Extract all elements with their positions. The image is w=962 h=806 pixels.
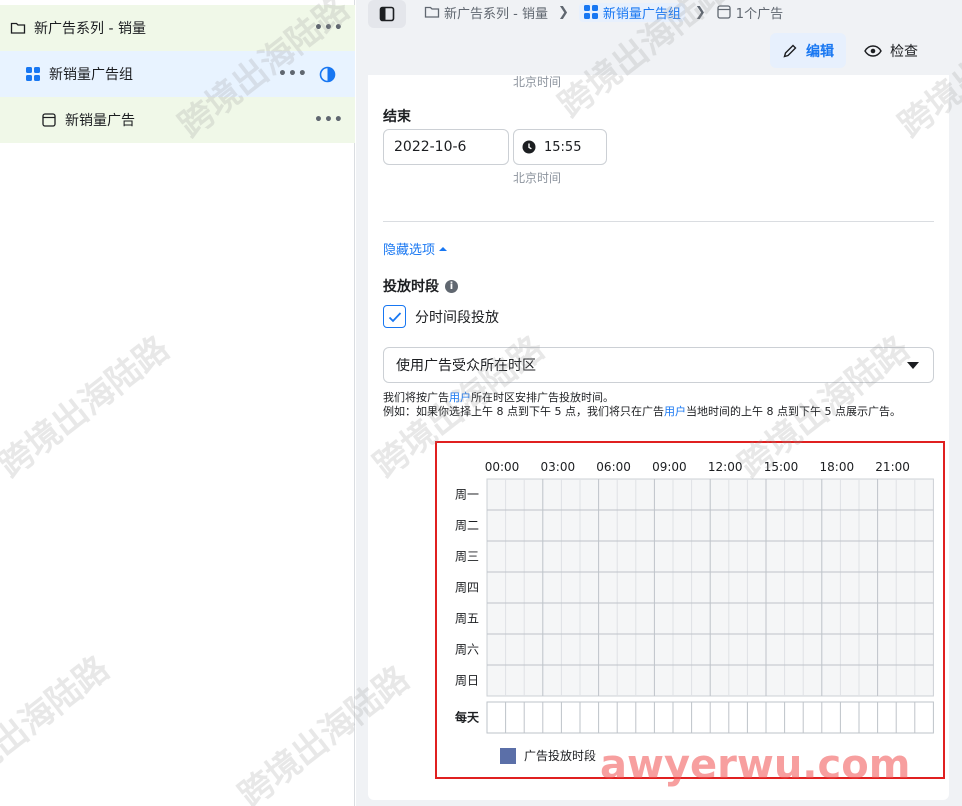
review-button[interactable]: 检查 [856, 33, 926, 68]
more-icon[interactable]: ••• [278, 66, 308, 82]
schedule-card: 北京时间 结束 2022-10-6 15:55 北京时间 隐藏选项 投放时段 i… [368, 75, 949, 800]
folder-icon [10, 20, 26, 36]
tree-item-adset[interactable]: 新销量广告组 ••• [0, 51, 355, 97]
site-watermark: awyerwu.com [600, 742, 911, 788]
edit-button-label: 编辑 [806, 43, 834, 60]
sidebar-toggle-icon [379, 6, 395, 22]
ad-icon [41, 112, 57, 128]
top-bar: 新广告系列 - 销量 ❯ 新销量广告组 ❯ 1个广告 编辑 检查 [356, 0, 962, 75]
chevron-right-icon: ❯ [694, 4, 706, 20]
breadcrumb: 新广告系列 - 销量 ❯ 新销量广告组 ❯ 1个广告 [424, 2, 783, 22]
sidebar-toggle-button[interactable] [368, 0, 406, 28]
editor-panel: 新广告系列 - 销量 ❯ 新销量广告组 ❯ 1个广告 编辑 检查 北京时间 结束… [356, 0, 962, 806]
breadcrumb-adset-label: 新销量广告组 [602, 6, 681, 22]
eye-icon [864, 44, 882, 57]
breadcrumb-campaign[interactable]: 新广告系列 - 销量 [424, 3, 548, 22]
tree-item-ad[interactable]: 新销量广告 ••• [0, 97, 355, 143]
more-icon[interactable]: ••• [314, 112, 344, 128]
breadcrumb-ads-label: 1个广告 [735, 6, 784, 22]
breadcrumb-adset[interactable]: 新销量广告组 [578, 2, 685, 22]
edit-button[interactable]: 编辑 [770, 33, 846, 68]
tree-item-campaign[interactable]: 新广告系列 - 销量 ••• [0, 5, 355, 51]
adset-grid-icon [583, 5, 598, 19]
folder-icon [424, 6, 440, 18]
tree-item-campaign-label: 新广告系列 - 销量 [34, 21, 146, 37]
breadcrumb-ads[interactable]: 1个广告 [716, 3, 783, 22]
tree-item-ad-label: 新销量广告 [65, 113, 135, 129]
more-icon[interactable]: ••• [314, 20, 344, 36]
review-button-label: 检查 [890, 43, 918, 60]
highlight-box [435, 441, 945, 779]
half-circle-status-icon[interactable] [319, 66, 336, 87]
pencil-icon [783, 44, 797, 58]
ad-icon [717, 5, 731, 19]
chevron-right-icon: ❯ [557, 4, 569, 20]
campaign-tree-panel: 新广告系列 - 销量 ••• 新销量广告组 ••• 新销量广告 ••• [0, 0, 355, 806]
adset-grid-icon [25, 66, 41, 82]
breadcrumb-campaign-label: 新广告系列 - 销量 [444, 6, 548, 22]
tree-item-adset-label: 新销量广告组 [49, 67, 133, 83]
